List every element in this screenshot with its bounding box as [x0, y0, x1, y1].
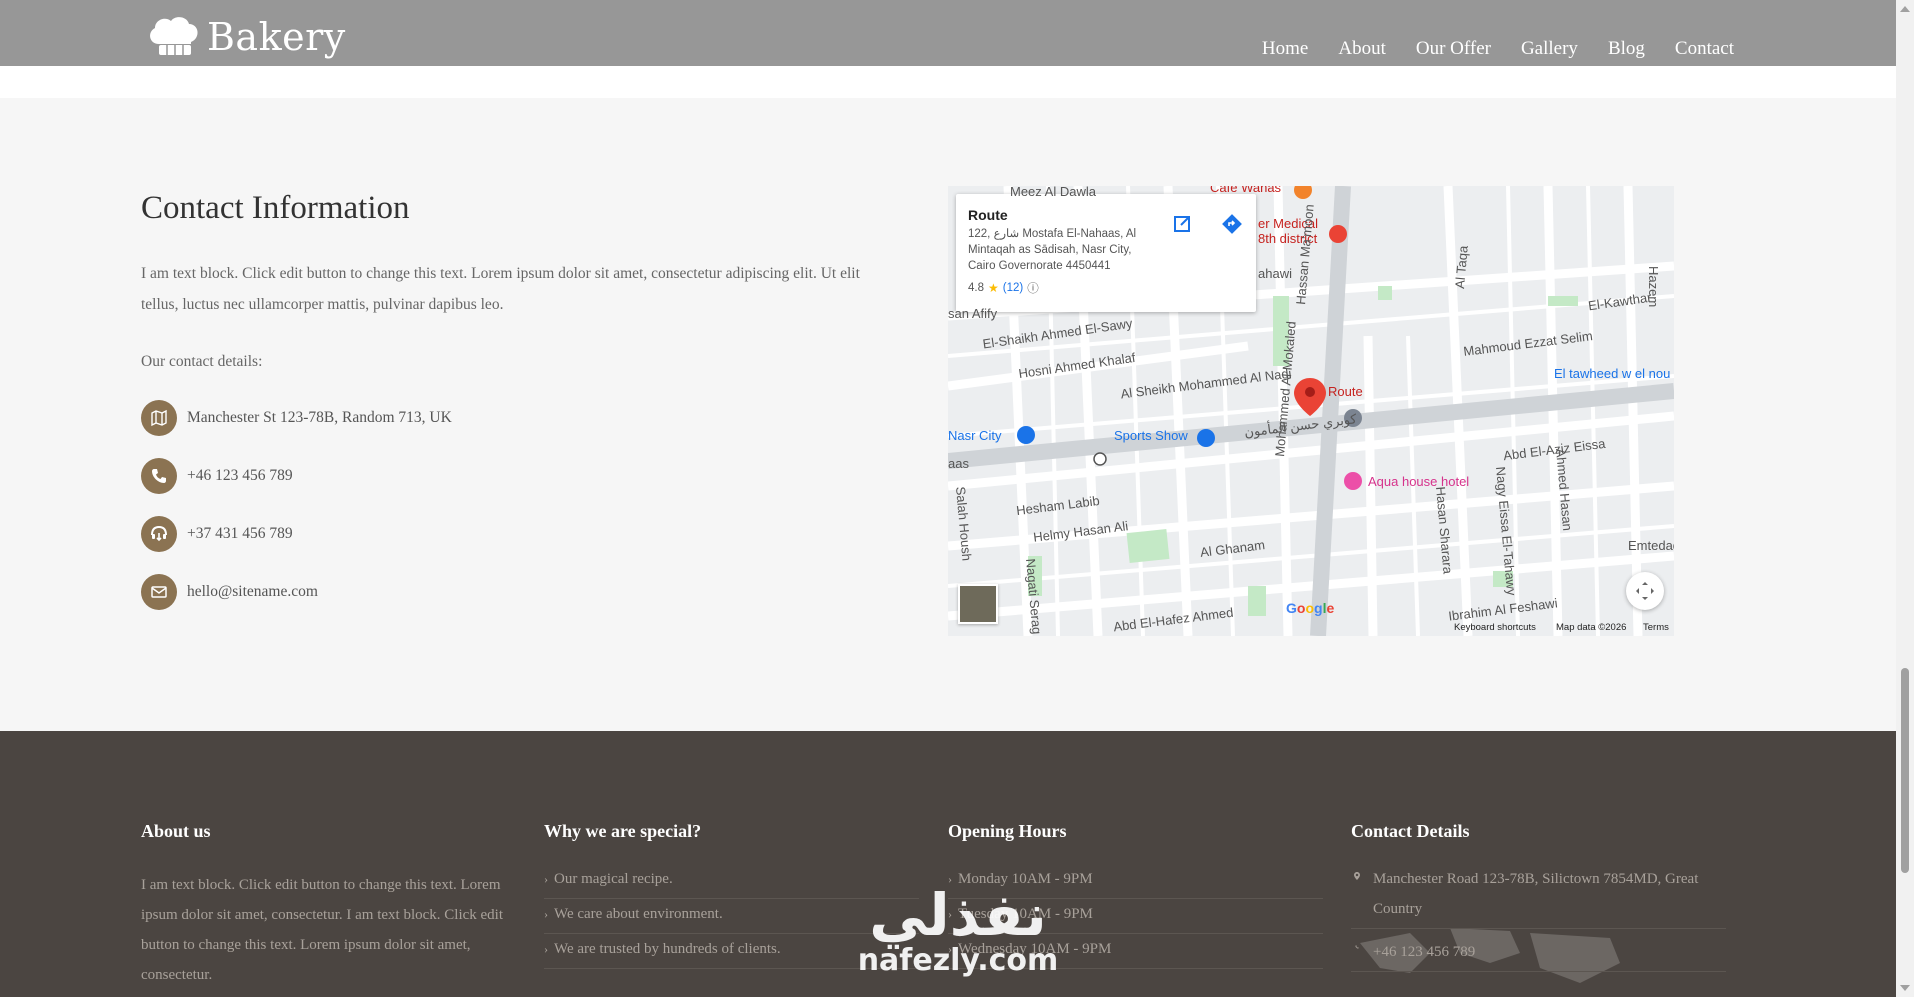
contact-fax-text[interactable]: +37 431 456 789: [187, 525, 293, 543]
contact-fax: +37 431 456 789: [141, 516, 293, 552]
map-label-aas: aas: [948, 456, 969, 471]
scroll-down-arrow[interactable]: [1900, 985, 1910, 991]
footer-special-item[interactable]: › We are trusted by hundreds of clients.: [544, 934, 919, 969]
logo-text: Bakery: [207, 15, 346, 59]
nav-about[interactable]: About: [1338, 38, 1386, 60]
scroll-up-arrow[interactable]: [1900, 6, 1910, 12]
chevron-right-icon: ›: [948, 872, 952, 886]
map-terms-link[interactable]: Terms: [1643, 622, 1669, 633]
map-label-sahawi: ahawi: [1258, 266, 1292, 281]
map-data-credit: Map data ©2026: [1556, 622, 1627, 633]
footer-about-text: I am text block. Click edit button to ch…: [141, 877, 504, 983]
fullscreen-button[interactable]: [1626, 572, 1664, 610]
map-place-card[interactable]: Route 122, شارع Mostafa El-Nahaas, Al Mi…: [956, 194, 1256, 312]
contact-address: Manchester St 123-78B, Random 713, UK: [141, 400, 452, 436]
map-pin-icon: [1354, 872, 1360, 880]
footer-about-title: About us: [141, 821, 211, 841]
contact-title: Contact Information: [141, 190, 410, 226]
map-label-el-tawheed: El tawheed w el nou: [1554, 366, 1671, 381]
map-label-emtedad: Emtedad: [1628, 538, 1674, 553]
header-spacer: [0, 66, 1896, 98]
contact-phone-text[interactable]: +46 123 456 789: [187, 467, 293, 485]
star-icon: ★: [988, 281, 999, 295]
info-icon[interactable]: ⓘ: [1027, 280, 1039, 296]
scrollbar-thumb[interactable]: [1901, 668, 1909, 873]
map-label-aqua-house: Aqua house hotel: [1368, 474, 1470, 489]
contact-address-text: Manchester St 123-78B, Random 713, UK: [187, 409, 452, 426]
contact-details-label: Our contact details:: [141, 353, 263, 370]
footer-hours-item: › Monday 10AM - 9PM: [948, 864, 1323, 899]
footer-hours-list: › Monday 10AM - 9PM › Tuesday 10AM - 9PM ›…: [948, 864, 1323, 969]
page-scrollbar[interactable]: [1896, 0, 1914, 997]
map-label-san-afify: san Afify: [948, 306, 998, 321]
open-external-icon[interactable]: [1170, 212, 1194, 236]
footer-contact-title: Contact Details: [1351, 821, 1470, 841]
chevron-right-icon: ›: [544, 907, 548, 921]
footer-contact-phone[interactable]: +46 123 456 789: [1351, 937, 1726, 972]
phone-icon: [141, 458, 177, 494]
nav-blog[interactable]: Blog: [1608, 38, 1645, 60]
review-count[interactable]: (12): [1003, 282, 1023, 294]
envelope-icon: [141, 574, 177, 610]
chef-hat-icon: [150, 17, 198, 55]
nav-our-offer[interactable]: Our Offer: [1416, 38, 1491, 60]
footer-special-title: Why we are special?: [544, 821, 702, 841]
map-card-address: 122, شارع Mostafa El-Nahaas, Al Mintaqah…: [968, 228, 1137, 272]
map-card-title: Route: [968, 207, 1008, 223]
footer-special-list: › Our magical recipe. › We care about envi…: [544, 864, 919, 969]
map-label-cafe: Cafe Wanas: [1210, 186, 1282, 195]
google-map[interactable]: Route 122, شارع Mostafa El-Nahaas, Al Mi…: [948, 186, 1674, 636]
google-logo: Google: [1286, 600, 1335, 616]
nav-contact[interactable]: Contact: [1675, 38, 1734, 60]
headset-icon: [141, 516, 177, 552]
map-icon: [141, 400, 177, 436]
footer-contact-list: Manchester Road 123-78B, Silictown 7854M…: [1351, 864, 1726, 972]
keyboard-shortcuts-link[interactable]: Keyboard shortcuts: [1454, 622, 1536, 633]
chevron-right-icon: ›: [948, 907, 952, 921]
site-footer: About us I am text block. Click edit but…: [0, 731, 1896, 997]
map-label-sports-show: Sports Show: [1114, 428, 1188, 443]
map-label-route: Route: [1328, 384, 1363, 399]
rating-value: 4.8: [968, 282, 984, 294]
nav-home[interactable]: Home: [1262, 38, 1308, 60]
directions-icon[interactable]: [1220, 212, 1244, 236]
footer-contact-address: Manchester Road 123-78B, Silictown 7854M…: [1351, 864, 1726, 929]
map-label-meez: Meez Al Dawla: [1010, 186, 1096, 199]
satellite-toggle[interactable]: [958, 584, 998, 624]
contact-section: Contact Information I am text block. Cli…: [0, 98, 1896, 731]
footer-contact: Contact Details Manchester Road 123-78B,…: [1351, 821, 1726, 980]
main-nav: Home About Our Offer Gallery Blog Contac…: [1262, 38, 1734, 60]
footer-hours-title: Opening Hours: [948, 821, 1067, 841]
footer-special: Why we are special? › Our magical recipe.…: [544, 821, 919, 969]
map-label-nasr-city: Nasr City: [948, 428, 1002, 443]
footer-about: About us I am text block. Click edit but…: [141, 821, 516, 990]
chevron-right-icon: ›: [544, 872, 548, 886]
footer-hours: Opening Hours › Monday 10AM - 9PM › Tuesda…: [948, 821, 1323, 969]
chevron-right-icon: ›: [544, 942, 548, 956]
footer-hours-item: › Tuesday 10AM - 9PM: [948, 899, 1323, 934]
nav-gallery[interactable]: Gallery: [1521, 38, 1578, 60]
chevron-right-icon: ›: [948, 942, 952, 956]
footer-special-item[interactable]: › We care about environment.: [544, 899, 919, 934]
contact-email: hello@sitename.com: [141, 574, 318, 610]
phone-icon: [1355, 945, 1359, 949]
logo[interactable]: Bakery: [145, 14, 346, 60]
fullscreen-icon: [1636, 582, 1654, 600]
contact-email-text[interactable]: hello@sitename.com: [187, 583, 318, 601]
map-card-rating: 4.8 ★ (12) ⓘ: [968, 280, 1244, 296]
site-header: Bakery Home About Our Offer Gallery Blog…: [0, 0, 1896, 66]
footer-hours-item: › Wednesday 10AM - 9PM: [948, 934, 1323, 969]
contact-phone: +46 123 456 789: [141, 458, 293, 494]
footer-special-item[interactable]: › Our magical recipe.: [544, 864, 919, 899]
contact-text: I am text block. Click edit button to ch…: [141, 265, 860, 313]
